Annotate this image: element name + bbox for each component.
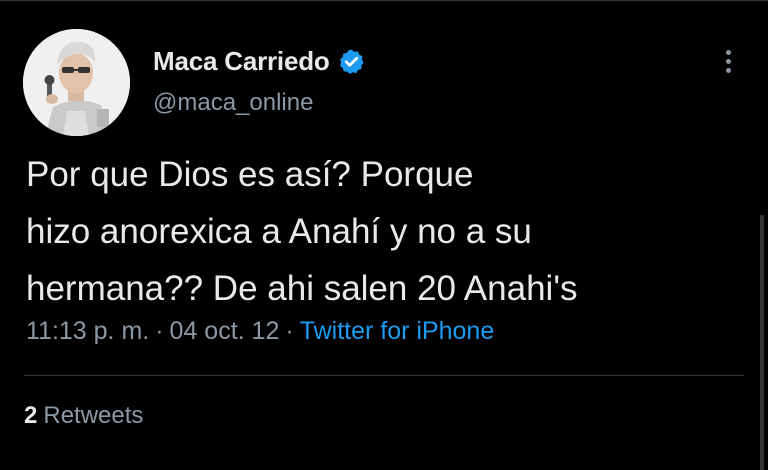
tweet-text-line: hizo anorexica a Anahí y no a su: [26, 212, 532, 251]
tweet-time[interactable]: 11:13 p. m.: [26, 317, 149, 345]
avatar-image: [23, 29, 130, 136]
stats-divider: [24, 375, 744, 376]
more-options-button[interactable]: [716, 44, 740, 78]
author-handle[interactable]: @maca_online: [153, 89, 313, 117]
retweets-count: 2: [24, 402, 38, 429]
tweet-detail: Maca Carriedo @maca_online Por que Dios …: [0, 0, 768, 470]
more-vertical-icon-dot: [725, 67, 731, 73]
retweets-label: Retweets: [43, 402, 144, 429]
avatar[interactable]: [23, 29, 130, 136]
tweet-text: Por que Dios es así? Porque hizo anorexi…: [26, 146, 746, 317]
meta-separator: ·: [155, 317, 164, 345]
tweet-source-link[interactable]: Twitter for iPhone: [300, 317, 495, 345]
tweet-text-line: hermana?? De ahi salen 20 Anahi's: [26, 269, 578, 308]
display-name[interactable]: Maca Carriedo: [153, 46, 330, 77]
tweet-meta: 11:13 p. m. · 04 oct. 12 · Twitter for iPhon…: [26, 317, 494, 346]
author-name-row[interactable]: Maca Carriedo: [153, 44, 365, 78]
tweet-text-line: Por que Dios es así? Porque: [26, 155, 474, 194]
meta-separator: ·: [285, 317, 294, 345]
verified-badge-icon: [338, 48, 365, 75]
scrollbar[interactable]: [760, 215, 764, 470]
tweet-date[interactable]: 04 oct. 12: [170, 317, 280, 345]
more-vertical-icon-dot: [725, 49, 731, 55]
more-vertical-icon-dot: [725, 58, 731, 64]
retweets-stat[interactable]: 2 Retweets: [24, 402, 143, 430]
